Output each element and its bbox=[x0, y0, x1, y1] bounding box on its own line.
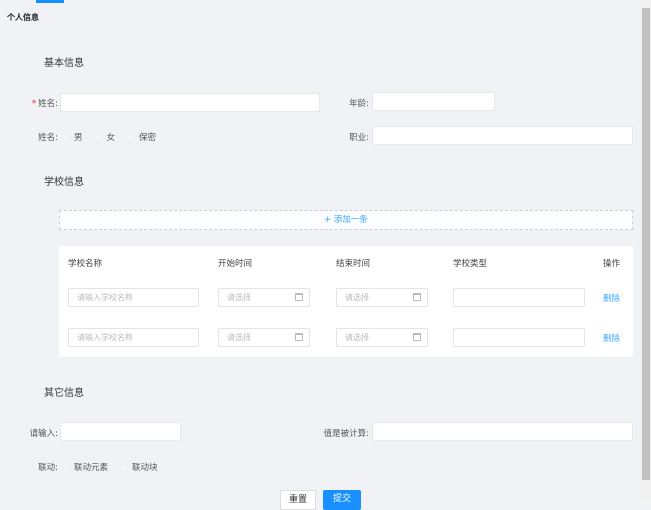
placeholder: 请选择 bbox=[345, 333, 369, 342]
job-label: 职业: bbox=[349, 133, 369, 143]
radio-label: 保密 bbox=[139, 133, 157, 143]
placeholder: 请选择 bbox=[227, 293, 251, 302]
link-label: 联动: bbox=[38, 463, 58, 473]
placeholder: 请选择 bbox=[345, 293, 369, 302]
column-header: 开始时间 bbox=[218, 259, 253, 269]
gender-label: 姓名: bbox=[38, 133, 58, 143]
calendar-icon bbox=[295, 333, 303, 341]
start-date-picker[interactable]: 请选择 bbox=[218, 328, 310, 347]
name-label: * 姓名: bbox=[20, 97, 58, 109]
radio-circle-icon bbox=[62, 463, 70, 471]
column-header: 学校名称 bbox=[68, 259, 103, 269]
school-table: 学校名称 开始时间 结束时间 学校类型 操作 请输入学校名称 请选择 请选择 删… bbox=[59, 246, 633, 357]
school-type-select[interactable] bbox=[453, 328, 585, 347]
end-date-picker[interactable]: 请选择 bbox=[336, 288, 428, 307]
calendar-icon bbox=[413, 293, 421, 301]
gender-radio-group: 男 女 保密 bbox=[62, 131, 156, 143]
add-row-button[interactable]: + 添加一条 bbox=[59, 210, 633, 230]
link-radio-group: 联动元素 联动块 bbox=[62, 461, 158, 473]
submit-button[interactable]: 提交 bbox=[323, 490, 361, 510]
school-type-select[interactable] bbox=[453, 288, 585, 307]
other-input-label: 请输入: bbox=[29, 429, 58, 439]
school-name-input[interactable]: 请输入学校名称 bbox=[68, 328, 199, 347]
delete-row-button[interactable]: 删除 bbox=[603, 292, 620, 304]
radio-circle-icon bbox=[94, 133, 103, 141]
section-school-title: 学校信息 bbox=[44, 177, 84, 188]
radio-label: 联动块 bbox=[132, 463, 158, 473]
radio-label: 女 bbox=[106, 133, 116, 143]
gender-radio-secret[interactable]: 保密 bbox=[127, 131, 156, 143]
radio-circle-icon bbox=[127, 133, 136, 141]
calendar-icon bbox=[413, 333, 421, 341]
radio-label: 联动元素 bbox=[74, 463, 109, 473]
computed-input[interactable] bbox=[372, 422, 633, 441]
other-input[interactable] bbox=[60, 422, 181, 441]
section-basic-title: 基本信息 bbox=[44, 58, 84, 69]
link-radio-element[interactable]: 联动元素 bbox=[62, 461, 108, 473]
placeholder: 请选择 bbox=[227, 333, 251, 342]
computed-label: 值是被计算: bbox=[323, 429, 369, 439]
start-date-picker[interactable]: 请选择 bbox=[218, 288, 310, 307]
radio-label: 男 bbox=[74, 133, 83, 143]
active-tab-indicator bbox=[36, 0, 64, 3]
end-date-picker[interactable]: 请选择 bbox=[336, 328, 428, 347]
page-title: 个人信息 bbox=[7, 13, 39, 22]
name-input[interactable] bbox=[60, 93, 320, 112]
age-input[interactable] bbox=[372, 92, 495, 111]
school-name-input[interactable]: 请输入学校名称 bbox=[68, 288, 199, 307]
scrollbar-thumb[interactable] bbox=[642, 8, 650, 480]
column-header: 结束时间 bbox=[336, 259, 371, 269]
name-label-text: 姓名: bbox=[38, 99, 58, 109]
calendar-icon bbox=[295, 293, 303, 301]
radio-circle-icon bbox=[62, 133, 70, 141]
gender-radio-female[interactable]: 女 bbox=[94, 131, 116, 143]
age-label: 年龄: bbox=[349, 99, 369, 109]
radio-circle-icon bbox=[120, 463, 129, 471]
reset-button[interactable]: 重置 bbox=[280, 490, 316, 510]
gender-radio-male[interactable]: 男 bbox=[62, 131, 83, 143]
required-mark: * bbox=[31, 99, 37, 109]
delete-row-button[interactable]: 删除 bbox=[603, 332, 620, 344]
column-header: 操作 bbox=[603, 259, 621, 269]
link-radio-block[interactable]: 联动块 bbox=[120, 461, 158, 473]
job-input[interactable] bbox=[372, 126, 633, 145]
section-other-title: 其它信息 bbox=[44, 388, 84, 399]
column-header: 学校类型 bbox=[453, 259, 488, 269]
